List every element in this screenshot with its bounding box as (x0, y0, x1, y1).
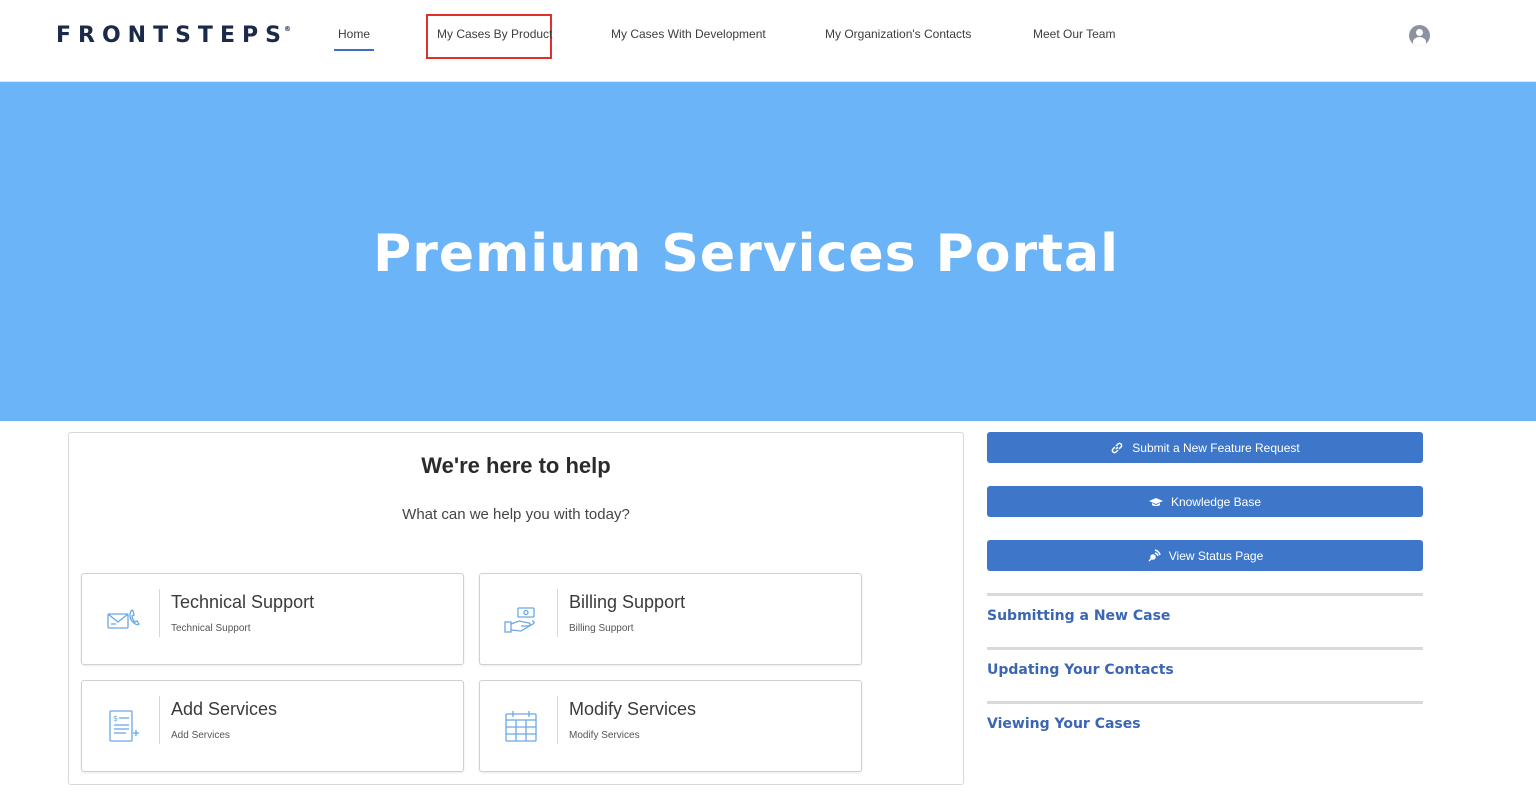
nav-my-cases-with-development[interactable]: My Cases With Development (611, 27, 766, 41)
hand-money-icon (504, 607, 535, 633)
svg-text:$: $ (113, 714, 118, 723)
divider (987, 701, 1423, 704)
envelope-phone-icon (107, 609, 140, 629)
help-subtitle: What can we help you with today? (402, 506, 630, 523)
button-label: Knowledge Base (1170, 494, 1262, 509)
tile-title: Add Services (171, 699, 278, 719)
button-label: View Status Page (1168, 548, 1264, 563)
graduation-cap-icon (1148, 497, 1163, 506)
tile-billing-support[interactable]: Billing Support Billing Support (479, 573, 862, 665)
site-header: FRONTSTEPS® Home My Cases By Product My … (0, 0, 1536, 82)
tile-description: Modify Services (569, 730, 640, 741)
divider (987, 593, 1423, 596)
view-status-page-button[interactable]: View Status Page (987, 540, 1423, 571)
tile-technical-support[interactable]: Technical Support Technical Support (81, 573, 464, 665)
link-viewing-your-cases[interactable]: Viewing Your Cases (987, 716, 1141, 732)
divider (987, 647, 1423, 650)
knowledge-base-button[interactable]: Knowledge Base (987, 486, 1423, 517)
user-avatar-icon[interactable] (1409, 25, 1430, 46)
tile-add-services[interactable]: $ Add Services Add Services (81, 680, 464, 772)
hero-title: Premium Services Portal (373, 224, 1119, 284)
tile-description: Billing Support (569, 623, 634, 634)
link-updating-your-contacts[interactable]: Updating Your Contacts (987, 662, 1174, 678)
tile-description: Add Services (171, 730, 230, 741)
tile-modify-services[interactable]: Modify Services Modify Services (479, 680, 862, 772)
nav-my-cases-by-product[interactable]: My Cases By Product (437, 27, 552, 41)
tile-title: Modify Services (569, 699, 697, 719)
help-title: We're here to help (421, 453, 611, 478)
nav-home[interactable]: Home (333, 27, 375, 51)
frontsteps-logo[interactable]: FRONTSTEPS® (56, 23, 295, 48)
link-icon (1111, 442, 1123, 453)
calendar-icon (505, 711, 537, 742)
tile-description: Technical Support (171, 623, 251, 634)
invoice-add-icon: $ (109, 710, 139, 742)
submit-feature-request-button[interactable]: Submit a New Feature Request (987, 432, 1423, 463)
nav-meet-our-team[interactable]: Meet Our Team (1033, 27, 1115, 41)
link-submitting-new-case[interactable]: Submitting a New Case (987, 608, 1170, 624)
nav-my-organization-contacts[interactable]: My Organization's Contacts (825, 27, 971, 41)
tile-title: Billing Support (569, 592, 686, 612)
broadcast-icon (1148, 548, 1161, 562)
button-label: Submit a New Feature Request (1132, 440, 1300, 455)
hero-banner: Premium Services Portal (0, 82, 1536, 421)
tile-title: Technical Support (171, 592, 315, 612)
